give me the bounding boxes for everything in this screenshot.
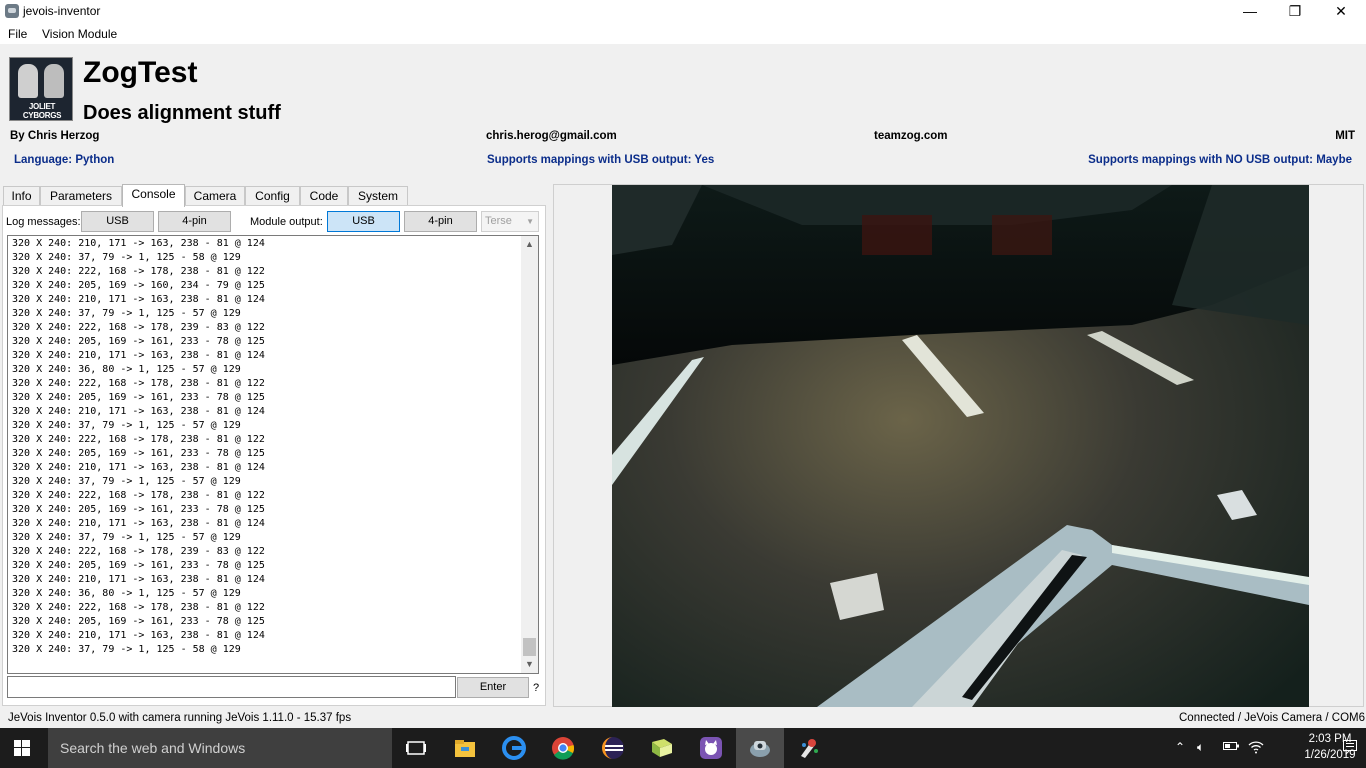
terse-dropdown[interactable]: Terse ▼ <box>481 211 539 232</box>
chrome-icon[interactable] <box>551 736 575 760</box>
task-view-icon[interactable] <box>404 736 428 760</box>
console-line: 320 X 240: 222, 168 -> 178, 238 - 81 @ 1… <box>12 434 265 445</box>
notification-icon[interactable] <box>1342 739 1358 758</box>
module-language: Language: Python <box>14 154 115 166</box>
module-header: JOLIET CYBORGS ZogTest Does alignment st… <box>0 44 1366 180</box>
console-line: 320 X 240: 210, 171 -> 163, 238 - 81 @ 1… <box>12 294 265 305</box>
scroll-thumb[interactable] <box>523 638 536 656</box>
module-output-label: Module output: <box>250 216 323 228</box>
jevois-inventor-icon[interactable] <box>748 736 772 760</box>
log-usb-button[interactable]: USB <box>81 211 154 232</box>
console-line: 320 X 240: 36, 80 -> 1, 125 - 57 @ 129 <box>12 588 241 599</box>
help-icon[interactable]: ? <box>533 682 539 694</box>
nousb-mappings-support: Supports mappings with NO USB output: Ma… <box>1088 154 1352 166</box>
console-line: 320 X 240: 210, 171 -> 163, 238 - 81 @ 1… <box>12 574 265 585</box>
notepad-icon[interactable] <box>650 736 674 760</box>
console-line: 320 X 240: 210, 171 -> 163, 238 - 81 @ 1… <box>12 350 265 361</box>
taskbar-search[interactable]: Search the web and Windows <box>48 728 392 768</box>
minimize-button[interactable]: — <box>1227 0 1273 24</box>
module-description: Does alignment stuff <box>83 102 281 124</box>
console-line: 320 X 240: 205, 169 -> 161, 233 - 78 @ 1… <box>12 448 265 459</box>
app-icon <box>5 4 19 18</box>
terse-value: Terse <box>485 215 512 227</box>
tab-camera[interactable]: Camera <box>185 186 245 206</box>
console-line: 320 X 240: 210, 171 -> 163, 238 - 81 @ 1… <box>12 518 265 529</box>
menu-vision-module[interactable]: Vision Module <box>42 27 117 41</box>
console-scrollbar[interactable]: ▲ ▼ <box>521 236 538 673</box>
tab-parameters[interactable]: Parameters <box>40 186 122 206</box>
console-line: 320 X 240: 210, 171 -> 163, 238 - 81 @ 1… <box>12 406 265 417</box>
log-4pin-button[interactable]: 4-pin <box>158 211 231 232</box>
close-button[interactable]: ✕ <box>1318 0 1364 24</box>
github-icon[interactable] <box>699 736 723 760</box>
console-line: 320 X 240: 210, 171 -> 163, 238 - 81 @ 1… <box>12 238 265 249</box>
eclipse-icon[interactable] <box>601 736 625 760</box>
console-line: 320 X 240: 222, 168 -> 178, 238 - 81 @ 1… <box>12 490 265 501</box>
console-line: 320 X 240: 205, 169 -> 161, 233 - 78 @ 1… <box>12 616 265 627</box>
module-license: MIT <box>1335 130 1355 142</box>
console-line: 320 X 240: 205, 169 -> 161, 233 - 78 @ 1… <box>12 504 265 515</box>
tab-config[interactable]: Config <box>245 186 300 206</box>
console-line: 320 X 240: 222, 168 -> 178, 239 - 83 @ 1… <box>12 322 265 333</box>
menu-file[interactable]: File <box>8 27 27 41</box>
console-line: 320 X 240: 205, 169 -> 160, 234 - 79 @ 1… <box>12 280 265 291</box>
module-email[interactable]: chris.herog@gmail.com <box>486 130 617 142</box>
chevron-up-icon[interactable]: ⌃ <box>1175 740 1185 754</box>
status-bar: JeVois Inventor 0.5.0 with camera runnin… <box>0 708 1366 728</box>
console-line: 320 X 240: 37, 79 -> 1, 125 - 57 @ 129 <box>12 308 241 319</box>
console-line: 320 X 240: 222, 168 -> 178, 238 - 81 @ 1… <box>12 378 265 389</box>
title-bar: jevois-inventor — ❐ ✕ <box>0 0 1366 24</box>
console-log-text: 320 X 240: 210, 171 -> 163, 238 - 81 @ 1… <box>12 237 522 657</box>
console-line: 320 X 240: 37, 79 -> 1, 125 - 57 @ 129 <box>12 532 241 543</box>
tab-info[interactable]: Info <box>3 186 40 206</box>
console-line: 320 X 240: 37, 79 -> 1, 125 - 57 @ 129 <box>12 476 241 487</box>
console-line: 320 X 240: 210, 171 -> 163, 238 - 81 @ 1… <box>12 462 265 473</box>
module-name: ZogTest <box>83 56 198 89</box>
enter-button[interactable]: Enter <box>457 677 529 698</box>
console-line: 320 X 240: 205, 169 -> 161, 233 - 78 @ 1… <box>12 392 265 403</box>
console-line: 320 X 240: 210, 171 -> 163, 238 - 81 @ 1… <box>12 630 265 641</box>
log-messages-label: Log messages: <box>6 216 81 228</box>
taskbar: Search the web and Windows ⌃ 🔈︎ 2:03 PM … <box>0 728 1366 768</box>
video-display <box>553 184 1364 707</box>
console-line: 320 X 240: 37, 79 -> 1, 125 - 58 @ 129 <box>12 644 241 655</box>
status-right: Connected / JeVois Camera / COM6 <box>1179 712 1365 724</box>
edge-icon[interactable] <box>502 736 526 760</box>
chevron-down-icon: ▼ <box>526 217 534 226</box>
console-line: 320 X 240: 37, 79 -> 1, 125 - 57 @ 129 <box>12 420 241 431</box>
scroll-down-icon[interactable]: ▼ <box>521 656 538 673</box>
paint-icon[interactable] <box>797 736 821 760</box>
command-input[interactable] <box>7 676 456 698</box>
console-line: 320 X 240: 37, 79 -> 1, 125 - 58 @ 129 <box>12 252 241 263</box>
status-left: JeVois Inventor 0.5.0 with camera runnin… <box>8 712 352 724</box>
console-line: 320 X 240: 222, 168 -> 178, 239 - 83 @ 1… <box>12 546 265 557</box>
file-explorer-icon[interactable] <box>453 736 477 760</box>
console-line: 320 X 240: 205, 169 -> 161, 233 - 78 @ 1… <box>12 336 265 347</box>
wifi-icon[interactable] <box>1248 740 1264 757</box>
console-line: 320 X 240: 222, 168 -> 178, 238 - 81 @ 1… <box>12 266 265 277</box>
module-author: By Chris Herzog <box>10 130 100 142</box>
battery-icon[interactable] <box>1223 740 1239 755</box>
tab-code[interactable]: Code <box>300 186 348 206</box>
menu-bar: File Vision Module <box>0 24 1366 44</box>
console-line: 320 X 240: 222, 168 -> 178, 238 - 81 @ 1… <box>12 602 265 613</box>
restore-button[interactable]: ❐ <box>1272 0 1318 24</box>
module-website[interactable]: teamzog.com <box>874 130 948 142</box>
console-line: 320 X 240: 205, 169 -> 161, 233 - 78 @ 1… <box>12 560 265 571</box>
search-placeholder: Search the web and Windows <box>60 740 246 756</box>
console-line: 320 X 240: 36, 80 -> 1, 125 - 57 @ 129 <box>12 364 241 375</box>
tab-console[interactable]: Console <box>122 184 185 207</box>
volume-icon[interactable]: 🔈︎ <box>1197 740 1204 755</box>
scroll-up-icon[interactable]: ▲ <box>521 236 538 253</box>
output-4pin-button[interactable]: 4-pin <box>404 211 477 232</box>
windows-icon[interactable] <box>14 740 30 756</box>
module-logo: JOLIET CYBORGS <box>9 57 73 121</box>
camera-frame <box>612 185 1309 707</box>
output-usb-button[interactable]: USB <box>327 211 400 232</box>
window-title: jevois-inventor <box>23 4 101 18</box>
usb-mappings-support: Supports mappings with USB output: Yes <box>487 154 715 166</box>
tab-system[interactable]: System <box>348 186 408 206</box>
console-log[interactable]: 320 X 240: 210, 171 -> 163, 238 - 81 @ 1… <box>7 235 539 674</box>
